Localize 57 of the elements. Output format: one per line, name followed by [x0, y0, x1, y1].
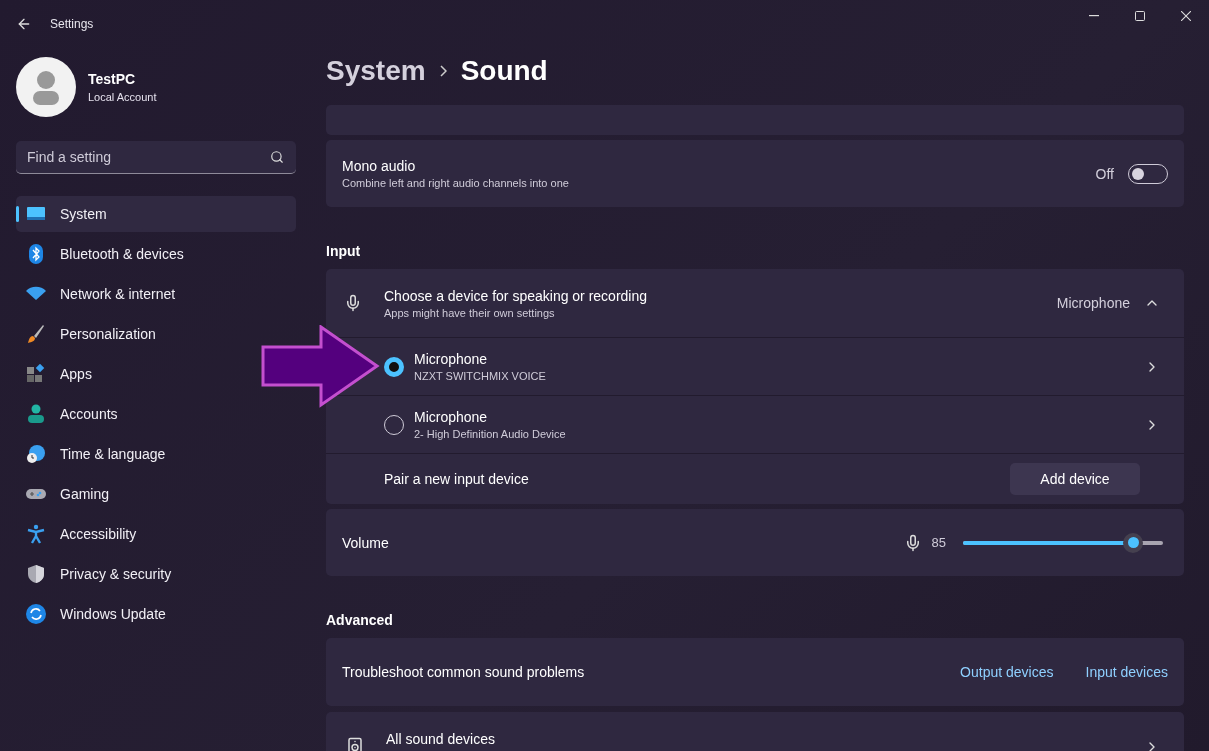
sync-icon — [26, 604, 46, 624]
device-name: Microphone — [414, 351, 489, 367]
sidebar-item[interactable]: Accounts — [16, 396, 122, 432]
sidebar-item[interactable]: Bluetooth & devices — [16, 236, 188, 272]
selection-indicator — [16, 206, 19, 222]
search-field[interactable]: Find a setting — [16, 141, 296, 174]
sidebar-item[interactable]: Accessibility — [16, 516, 141, 552]
search-icon — [270, 150, 284, 164]
speaker-icon — [346, 737, 364, 751]
breadcrumb-item[interactable]: System — [326, 54, 426, 87]
brush-icon — [26, 324, 46, 344]
slider-thumb[interactable] — [1123, 532, 1143, 553]
setting-title: Pair a new input device — [384, 471, 530, 487]
maximize-icon — [1135, 11, 1145, 21]
person-icon — [30, 69, 62, 105]
device-detail: NZXT SWITCHMIX VOICE — [414, 370, 547, 382]
sidebar-item[interactable]: Privacy & security — [16, 556, 176, 592]
breadcrumb-item: Sound — [460, 54, 548, 87]
setting-title: Choose a device for speaking or recording — [384, 287, 649, 304]
setting-title: Volume — [342, 534, 390, 551]
sidebar-item[interactable]: Gaming — [16, 476, 114, 512]
radio-button[interactable] — [384, 356, 404, 377]
microphone-icon — [344, 294, 362, 312]
link[interactable]: Output devices — [960, 664, 1054, 680]
setting-title: Mono audio — [342, 158, 417, 174]
accessibility-icon — [26, 524, 46, 544]
section-heading: Input — [326, 242, 362, 261]
apps-icon — [26, 364, 46, 384]
sidebar-item[interactable]: Network & internet — [16, 276, 180, 312]
link[interactable]: Input devices — [1085, 664, 1168, 680]
toggle-state: Off — [1095, 165, 1114, 182]
setting-title: Troubleshoot common sound problems — [342, 664, 586, 680]
setting-description: Apps might have their own settings — [384, 306, 556, 319]
account-type: Local Account — [88, 91, 157, 103]
window-title: Settings — [50, 17, 94, 31]
device-detail: 2- High Definition Audio Device — [414, 428, 567, 440]
sidebar-item[interactable]: Apps — [16, 356, 96, 392]
shield-icon — [26, 564, 46, 584]
close-icon — [1181, 11, 1191, 21]
device-name: Microphone — [414, 409, 489, 425]
setting-description: Combine left and right audio channels into one — [342, 177, 570, 189]
sidebar-item[interactable]: Personalization — [16, 316, 160, 352]
globe-clock-icon — [26, 444, 46, 464]
sidebar-item[interactable]: System — [16, 196, 296, 232]
chevron-icon — [439, 64, 447, 77]
section-heading: Advanced — [326, 611, 394, 630]
volume-reading: 85 — [931, 535, 946, 550]
bluetooth-icon — [26, 244, 46, 264]
account-name: TestPC — [88, 71, 137, 87]
add-device-button[interactable]: Add device — [1010, 463, 1140, 495]
sidebar-item[interactable]: Windows Update — [16, 596, 170, 632]
setting-title[interactable]: All sound devices — [386, 731, 1144, 747]
back-icon[interactable] — [16, 16, 32, 32]
sidebar-item[interactable]: Time & language — [16, 436, 170, 472]
selected-device: Microphone — [1056, 295, 1130, 311]
person-icon — [26, 404, 46, 424]
minimize-icon — [1089, 15, 1099, 17]
